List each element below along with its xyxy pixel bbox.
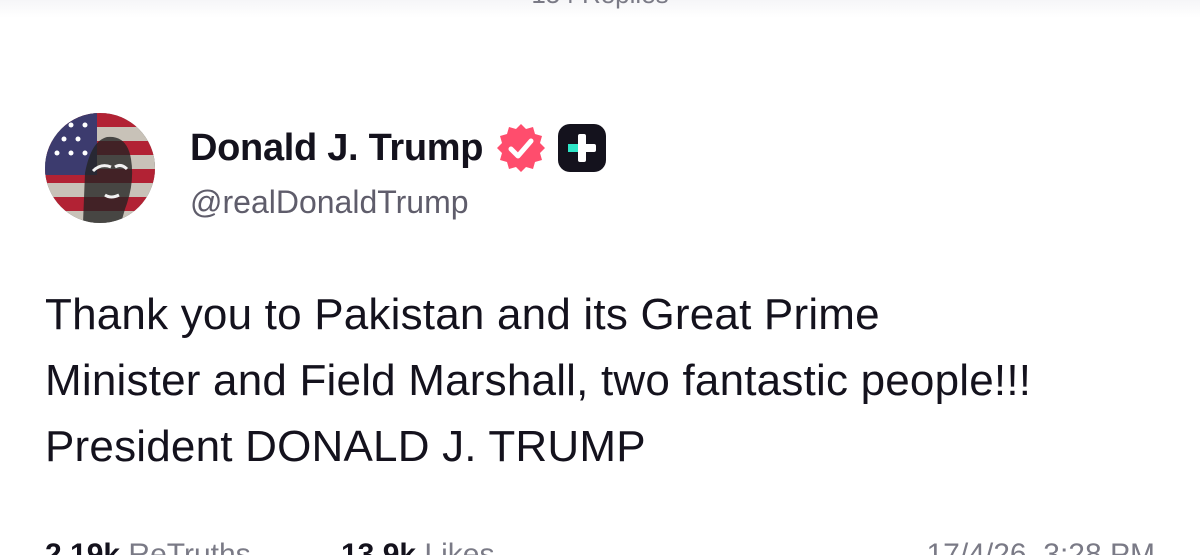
likes-stat[interactable]: 13.9k Likes xyxy=(341,535,494,555)
post-timestamp: 17/4/26, 3:28 PM xyxy=(926,538,1156,555)
likes-count: 13.9k xyxy=(341,538,417,555)
likes-label: Likes xyxy=(424,538,495,555)
author-handle[interactable]: @realDonaldTrump xyxy=(190,182,469,222)
author-display-name[interactable]: Donald J. Trump xyxy=(190,127,484,170)
author-name-row: Donald J. Trump xyxy=(190,122,607,174)
retruths-count: 2.19k xyxy=(45,538,121,555)
retruths-stat[interactable]: 2.19k ReTruths xyxy=(45,535,251,555)
replies-count[interactable]: 154 Replies xyxy=(0,0,1200,10)
post-body-text: Thank you to Pakistan and its Great Prim… xyxy=(45,290,1032,471)
plus-icon xyxy=(557,123,607,173)
avatar[interactable] xyxy=(45,113,155,223)
post-detail-view: 154 Replies Donald J. Trump xyxy=(0,0,1200,555)
avatar-image xyxy=(45,113,155,223)
verified-badge-icon xyxy=(495,122,547,174)
retruths-label: ReTruths xyxy=(128,538,251,555)
post-stats-row: 2.19k ReTruths 13.9k Likes 17/4/26, 3:28… xyxy=(45,535,1155,555)
